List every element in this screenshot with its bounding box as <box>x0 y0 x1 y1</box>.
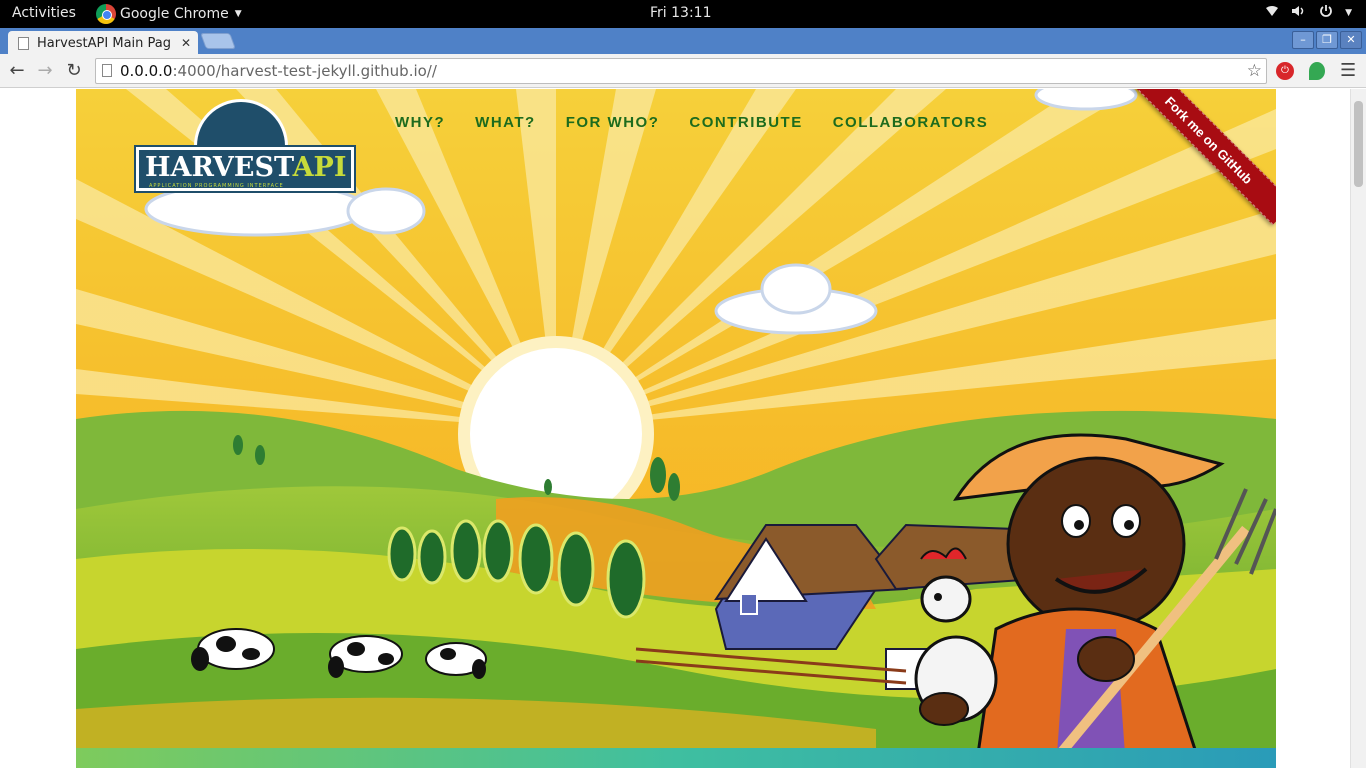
app-menu[interactable]: Google Chrome ▼ <box>96 4 242 24</box>
url-path: :4000/harvest-test-jekyll.github.io// <box>172 62 437 80</box>
power-icon <box>1319 4 1333 22</box>
close-icon[interactable]: ✕ <box>181 36 191 50</box>
system-top-bar: Activities Google Chrome ▼ Fri 13:11 ▼ <box>0 0 1366 28</box>
chevron-down-icon: ▼ <box>1345 8 1352 18</box>
page-icon <box>102 64 112 77</box>
tab-strip: HarvestAPI Main Pag ✕ – ❐ ✕ <box>0 28 1366 55</box>
site-logo[interactable]: HARVESTAPI APPLICATION PROGRAMMING INTER… <box>134 145 356 193</box>
tab-title: HarvestAPI Main Pag <box>37 35 171 51</box>
chevron-down-icon: ▼ <box>234 9 242 19</box>
site-nav: WHY? WHAT? FOR WHO? CONTRIBUTE COLLABORA… <box>395 114 988 131</box>
url-host: 0.0.0.0 <box>120 62 173 80</box>
scrollbar[interactable] <box>1350 89 1366 768</box>
section-band <box>76 748 1276 768</box>
address-bar[interactable]: 0.0.0.0:4000/harvest-test-jekyll.github.… <box>95 58 1267 84</box>
forward-icon[interactable]: → <box>34 60 56 82</box>
clock[interactable]: Fri 13:11 <box>650 5 711 21</box>
minimize-button[interactable]: – <box>1292 31 1314 49</box>
activities-button[interactable]: Activities <box>12 5 76 21</box>
system-tray[interactable]: ▼ <box>1265 4 1352 22</box>
nav-why[interactable]: WHY? <box>395 114 445 131</box>
logo-tagline: APPLICATION PROGRAMMING INTERFACE <box>149 183 284 189</box>
wifi-icon <box>1265 5 1279 21</box>
volume-icon <box>1291 5 1307 21</box>
star-icon[interactable]: ☆ <box>1247 59 1262 83</box>
browser-toolbar: ← → ↻ 0.0.0.0:4000/harvest-test-jekyll.g… <box>0 54 1366 88</box>
reload-icon[interactable]: ↻ <box>63 60 85 82</box>
extension-icon[interactable]: ⏻ <box>1276 62 1294 80</box>
nav-what[interactable]: WHAT? <box>475 114 536 131</box>
back-icon[interactable]: ← <box>6 60 28 82</box>
nav-collaborators[interactable]: COLLABORATORS <box>833 114 989 131</box>
page-icon <box>18 36 29 50</box>
window-controls: – ❐ ✕ <box>1292 31 1362 49</box>
nav-for-who[interactable]: FOR WHO? <box>566 114 660 131</box>
logo-harvest: HARVEST <box>145 152 293 183</box>
new-tab-button[interactable] <box>200 33 236 49</box>
extension-icon[interactable] <box>1309 62 1325 80</box>
app-menu-label: Google Chrome <box>120 6 229 22</box>
page-viewport: HARVESTAPI APPLICATION PROGRAMMING INTER… <box>0 89 1366 768</box>
chrome-logo-icon <box>96 4 116 24</box>
logo-api: API <box>292 152 347 183</box>
scrollbar-thumb[interactable] <box>1354 101 1363 187</box>
tab-active[interactable]: HarvestAPI Main Pag ✕ <box>8 31 198 55</box>
restore-button[interactable]: ❐ <box>1316 31 1338 49</box>
hero-illustration: HARVESTAPI APPLICATION PROGRAMMING INTER… <box>76 89 1276 768</box>
nav-contribute[interactable]: CONTRIBUTE <box>689 114 802 131</box>
close-window-button[interactable]: ✕ <box>1340 31 1362 49</box>
menu-icon[interactable]: ☰ <box>1340 60 1356 81</box>
logo-wordmark: HARVESTAPI <box>145 150 346 186</box>
